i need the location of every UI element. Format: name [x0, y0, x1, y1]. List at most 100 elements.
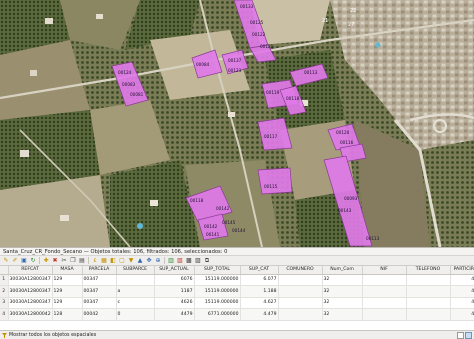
deselect-icon[interactable]: ▢ [118, 257, 126, 265]
table-cell[interactable]: 30030A12800347 [8, 285, 53, 298]
filter-label: Mostrar todos los objetos espaciales [9, 332, 97, 338]
table-cell[interactable]: 15119.000000 [194, 274, 241, 286]
column-header[interactable]: MASA [52, 266, 83, 275]
table-cell[interactable]: 32 [322, 274, 363, 286]
table-cell[interactable]: 00347 [82, 297, 117, 309]
table-cell[interactable]: a [116, 285, 155, 298]
select-expression-icon[interactable]: ε [91, 257, 99, 265]
reload-icon[interactable]: ↻ [29, 257, 37, 265]
table-cell[interactable] [406, 297, 451, 309]
table-cell[interactable] [362, 308, 407, 321]
table-cell[interactable]: 1187 [154, 285, 195, 298]
svg-text:00115: 00115 [264, 184, 278, 189]
attribute-table[interactable]: REFCAT MASA PARCELA SUBPARCE SUP_ACTUAL … [0, 266, 474, 330]
move-selection-top-icon[interactable]: ▲ [136, 257, 144, 265]
new-field-icon[interactable]: ▥ [167, 257, 175, 265]
edit-pencil-icon[interactable]: ✎ [2, 257, 10, 265]
table-cell[interactable]: 32 [322, 285, 363, 298]
pan-to-selection-icon[interactable]: ✥ [145, 257, 153, 265]
table-cell[interactable]: 129 [52, 297, 83, 309]
table-cell[interactable]: 4.0 [450, 274, 474, 286]
table-cell[interactable]: 00042 [82, 308, 117, 321]
column-header[interactable]: TELEFONO [406, 266, 451, 275]
row-number[interactable]: 4 [0, 308, 9, 321]
table-cell[interactable]: 4479 [154, 308, 195, 321]
table-cell[interactable] [362, 297, 407, 309]
table-cell[interactable]: 30030A12800347 [8, 297, 53, 309]
add-feature-icon[interactable]: ✚ [42, 257, 50, 265]
table-row[interactable]: 4 30030A12800042 128 00042 0 4479 6771.0… [0, 308, 474, 321]
select-all-icon[interactable]: ▦ [100, 257, 108, 265]
table-row[interactable]: 3 30030A12800347 129 00347 c 4626 15119.… [0, 297, 474, 309]
table-cell[interactable]: 30030A12800042 [8, 308, 53, 321]
table-cell[interactable] [278, 308, 323, 321]
column-header[interactable]: PARCELA [82, 266, 117, 275]
table-cell[interactable] [362, 285, 407, 298]
table-cell[interactable]: c [116, 297, 155, 309]
dock-icon[interactable]: ⧉ [203, 257, 211, 265]
table-cell[interactable]: 00347 [82, 285, 117, 298]
table-cell[interactable] [406, 285, 451, 298]
table-cell[interactable] [362, 274, 407, 286]
show-all-features-button[interactable]: Mostrar todos los objetos espaciales [0, 331, 98, 339]
svg-text:00119: 00119 [266, 90, 280, 95]
save-icon[interactable]: ▣ [20, 257, 28, 265]
table-cell[interactable]: 4626 [154, 297, 195, 309]
row-number[interactable]: 1 [0, 274, 9, 286]
attribute-table-toolbar: ✎ ✐ ▣ ↻ ✚ ✖ ✂ ❐ ▤ ε ▦ ◧ ▢ ▼ ▲ ✥ ⊕ ▥ ▧ ▩ … [0, 256, 474, 266]
attribute-table-statusbar: Mostrar todos los objetos espaciales [0, 330, 474, 339]
column-header[interactable]: NIF [362, 266, 407, 275]
copy-icon[interactable]: ❐ [69, 257, 77, 265]
cut-icon[interactable]: ✂ [60, 257, 68, 265]
table-cell[interactable]: 32 [322, 297, 363, 309]
table-cell[interactable]: 4.627 [240, 297, 279, 309]
column-header[interactable]: SUBPARCE [116, 266, 155, 275]
table-cell[interactable]: 00347 [82, 274, 117, 286]
field-calculator-icon[interactable]: ▩ [185, 257, 193, 265]
table-row[interactable]: 2 30030A12800347 129 00347 a 1187 15119.… [0, 285, 474, 298]
table-row[interactable]: 1 30030A12800347 129 00347 6076 15119.00… [0, 274, 474, 286]
table-cell[interactable]: 129 [52, 274, 83, 286]
table-view-icon[interactable] [465, 331, 472, 339]
table-cell[interactable]: 32 [322, 308, 363, 321]
table-cell[interactable] [116, 274, 155, 286]
table-cell[interactable] [278, 285, 323, 298]
table-cell[interactable]: 6771.000000 [194, 308, 241, 321]
filter-icon[interactable]: ▼ [127, 257, 135, 265]
multi-edit-icon[interactable]: ✐ [11, 257, 19, 265]
table-cell[interactable]: 4.0 [450, 297, 474, 309]
table-cell[interactable] [406, 308, 451, 321]
zoom-to-selection-icon[interactable]: ⊕ [154, 257, 162, 265]
table-cell[interactable]: 129 [52, 285, 83, 298]
table-cell[interactable] [278, 297, 323, 309]
table-cell[interactable]: 15119.000000 [194, 297, 241, 309]
paste-icon[interactable]: ▤ [78, 257, 86, 265]
table-cell[interactable] [406, 274, 451, 286]
column-header[interactable]: PARTICIPA [450, 266, 474, 275]
form-view-icon[interactable] [457, 331, 464, 339]
delete-icon[interactable]: ✖ [51, 257, 59, 265]
delete-field-icon[interactable]: ▧ [176, 257, 184, 265]
table-cell[interactable]: 4.0 [450, 285, 474, 298]
column-header[interactable]: SUP_TOTAL [194, 266, 241, 275]
table-cell[interactable]: 1.188 [240, 285, 279, 298]
table-cell[interactable]: 4.0 [450, 308, 474, 321]
table-cell[interactable]: 0 [116, 308, 155, 321]
table-cell[interactable]: 30030A12800347 [8, 274, 53, 286]
row-number[interactable]: 2 [0, 285, 9, 298]
table-cell[interactable]: 4.479 [240, 308, 279, 321]
table-cell[interactable]: 6.077 [240, 274, 279, 286]
column-header[interactable]: SUP_CAT [240, 266, 279, 275]
invert-selection-icon[interactable]: ◧ [109, 257, 117, 265]
table-cell[interactable]: 128 [52, 308, 83, 321]
conditional-formatting-icon[interactable]: ▨ [194, 257, 202, 265]
table-cell[interactable] [278, 274, 323, 286]
column-header[interactable]: COMUNERO [278, 266, 323, 275]
row-number[interactable]: 3 [0, 297, 9, 309]
column-header[interactable]: REFCAT [8, 266, 53, 275]
column-header[interactable]: Num_Com [322, 266, 363, 275]
table-cell[interactable]: 15119.000000 [194, 285, 241, 298]
column-header[interactable]: SUP_ACTUAL [154, 266, 195, 275]
map-canvas[interactable]: 00084 00137 00133 00125 00122 00121 0012… [0, 0, 474, 247]
table-cell[interactable]: 6076 [154, 274, 195, 286]
